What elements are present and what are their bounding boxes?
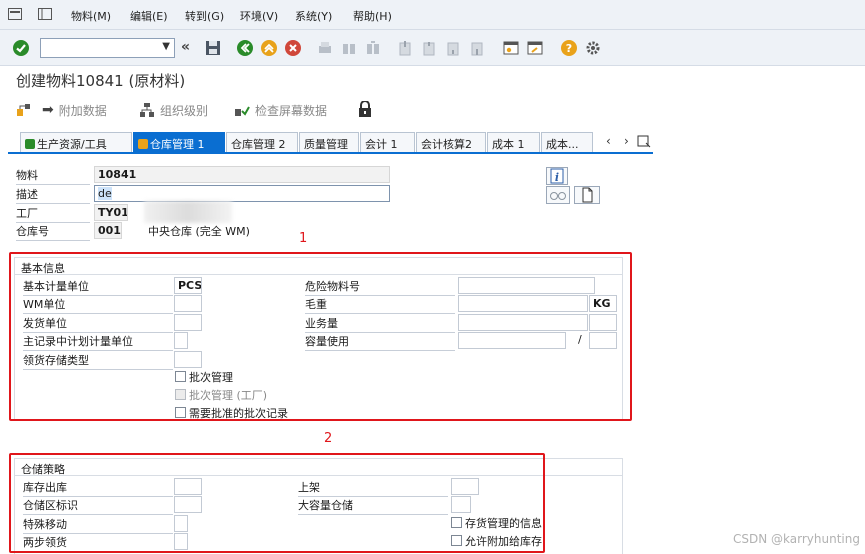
warehouse-number-field: 001 (94, 222, 122, 239)
application-toolbar: ➡ 附加数据 组织级别 检查屏幕数据 (0, 96, 865, 124)
display-icon[interactable] (38, 8, 52, 20)
check-screen-data-label: 检查屏幕数据 (255, 103, 328, 118)
sap-menu-icon[interactable] (8, 8, 22, 20)
menu-environment[interactable]: 环境(V) (240, 8, 278, 24)
find-next-icon[interactable] (364, 39, 382, 57)
menu-bar: 物料(M) 编辑(E) 转到(G) 环境(V) 系统(Y) 帮助(H) (0, 0, 865, 30)
tab-quality-mgmt[interactable]: 质量管理 (299, 132, 359, 152)
org-structure-icon (17, 104, 30, 116)
help-icon[interactable]: ? (560, 39, 578, 57)
menu-edit[interactable]: 编辑(E) (130, 8, 168, 24)
save-icon[interactable] (204, 39, 222, 57)
warehouse-description: 中央仓库 (完全 WM) (148, 225, 250, 238)
warehouse-number-label: 仓库号 (16, 223, 90, 241)
plant-field: TY01 (94, 204, 128, 221)
menu-system[interactable]: 系统(Y) (295, 8, 332, 24)
description-value: de (98, 187, 112, 200)
check-screen-data-button[interactable]: 检查屏幕数据 (234, 100, 327, 120)
tab-label: 成本... (546, 138, 579, 151)
tab-accounting-1[interactable]: 会计 1 (360, 132, 415, 152)
redacted-plant-description (144, 201, 232, 223)
info-icon: i (550, 168, 564, 184)
shortcut-icon[interactable] (526, 39, 544, 57)
check-data-icon (235, 106, 250, 116)
svg-text:i: i (555, 171, 559, 184)
tab-production-resources[interactable]: 生产资源/工具 (20, 132, 132, 152)
create-session-icon[interactable] (502, 39, 520, 57)
tab-underline (8, 152, 653, 154)
page-title: 创建物料10841 (原材料) (16, 72, 186, 90)
first-page-icon[interactable] (396, 39, 414, 57)
glasses-icon (550, 192, 566, 200)
document-icon (582, 187, 593, 203)
lock-icon[interactable] (358, 101, 372, 118)
menu-goto[interactable]: 转到(G) (185, 8, 224, 24)
menu-help[interactable]: 帮助(H) (353, 8, 392, 24)
standard-toolbar: ▼ « ? (0, 30, 865, 66)
highlight-box-1 (9, 252, 632, 421)
watermark: CSDN @karryhunting (733, 532, 860, 546)
tab-scroll-right-icon[interactable]: › (624, 134, 629, 148)
last-page-icon[interactable] (468, 39, 486, 57)
tab-label: 生产资源/工具 (37, 138, 107, 151)
info-button[interactable]: i (546, 167, 568, 185)
material-field: 10841 (94, 166, 390, 183)
annotation-label-2: 2 (324, 431, 333, 446)
hierarchy-icon (140, 103, 154, 117)
settings-gear-icon[interactable] (584, 39, 602, 57)
previous-page-icon[interactable] (420, 39, 438, 57)
find-icon[interactable] (340, 39, 358, 57)
tab-label: 仓库管理 2 (231, 138, 286, 151)
highlight-box-2 (9, 453, 545, 553)
command-field[interactable]: ▼ (40, 38, 175, 58)
org-levels-label: 组织级别 (160, 103, 209, 118)
cancel-icon[interactable] (284, 39, 302, 57)
tab-status-icon (25, 139, 35, 149)
chevron-down-icon[interactable]: ▼ (162, 41, 170, 52)
enter-check-icon[interactable] (12, 39, 30, 57)
description-field[interactable]: de (94, 185, 390, 202)
svg-text:?: ? (566, 42, 572, 55)
double-chevron-left-icon[interactable]: « (181, 39, 190, 55)
tab-warehouse-mgmt-2[interactable]: 仓库管理 2 (226, 132, 298, 152)
tab-label: 质量管理 (304, 138, 348, 151)
menu-material[interactable]: 物料(M) (71, 8, 111, 24)
description-label: 描述 (16, 186, 90, 204)
back-icon[interactable] (236, 39, 254, 57)
tab-status-icon (138, 139, 148, 149)
org-hierarchy-button[interactable] (16, 100, 32, 120)
display-texts-button[interactable] (546, 186, 570, 204)
tab-strip: 生产资源/工具 仓库管理 1 仓库管理 2 质量管理 会计 1 会计核算2 成本… (0, 130, 865, 154)
tab-warehouse-mgmt-1[interactable]: 仓库管理 1 (133, 132, 225, 152)
plant-label: 工厂 (16, 205, 90, 223)
tab-scroll-left-icon[interactable]: ‹ (606, 134, 611, 148)
document-button[interactable] (574, 186, 600, 204)
material-label: 物料 (16, 167, 90, 185)
tab-costing-accounting-2[interactable]: 会计核算2 (416, 132, 486, 152)
additional-data-label: 附加数据 (58, 103, 107, 118)
tab-list-icon[interactable] (637, 134, 651, 148)
tab-label: 仓库管理 1 (150, 138, 205, 151)
print-icon[interactable] (316, 39, 334, 57)
additional-data-button[interactable]: ➡ 附加数据 (42, 100, 107, 120)
tab-label: 成本 1 (492, 138, 525, 151)
tab-label: 会计核算2 (421, 138, 472, 151)
tab-costing-1[interactable]: 成本 1 (487, 132, 540, 152)
next-page-icon[interactable] (444, 39, 462, 57)
annotation-label-1: 1 (299, 231, 308, 246)
tab-costing-more[interactable]: 成本... (541, 132, 593, 152)
arrow-right-icon: ➡ (42, 102, 54, 118)
tab-label: 会计 1 (365, 138, 398, 151)
exit-icon[interactable] (260, 39, 278, 57)
org-levels-button[interactable]: 组织级别 (139, 100, 208, 120)
